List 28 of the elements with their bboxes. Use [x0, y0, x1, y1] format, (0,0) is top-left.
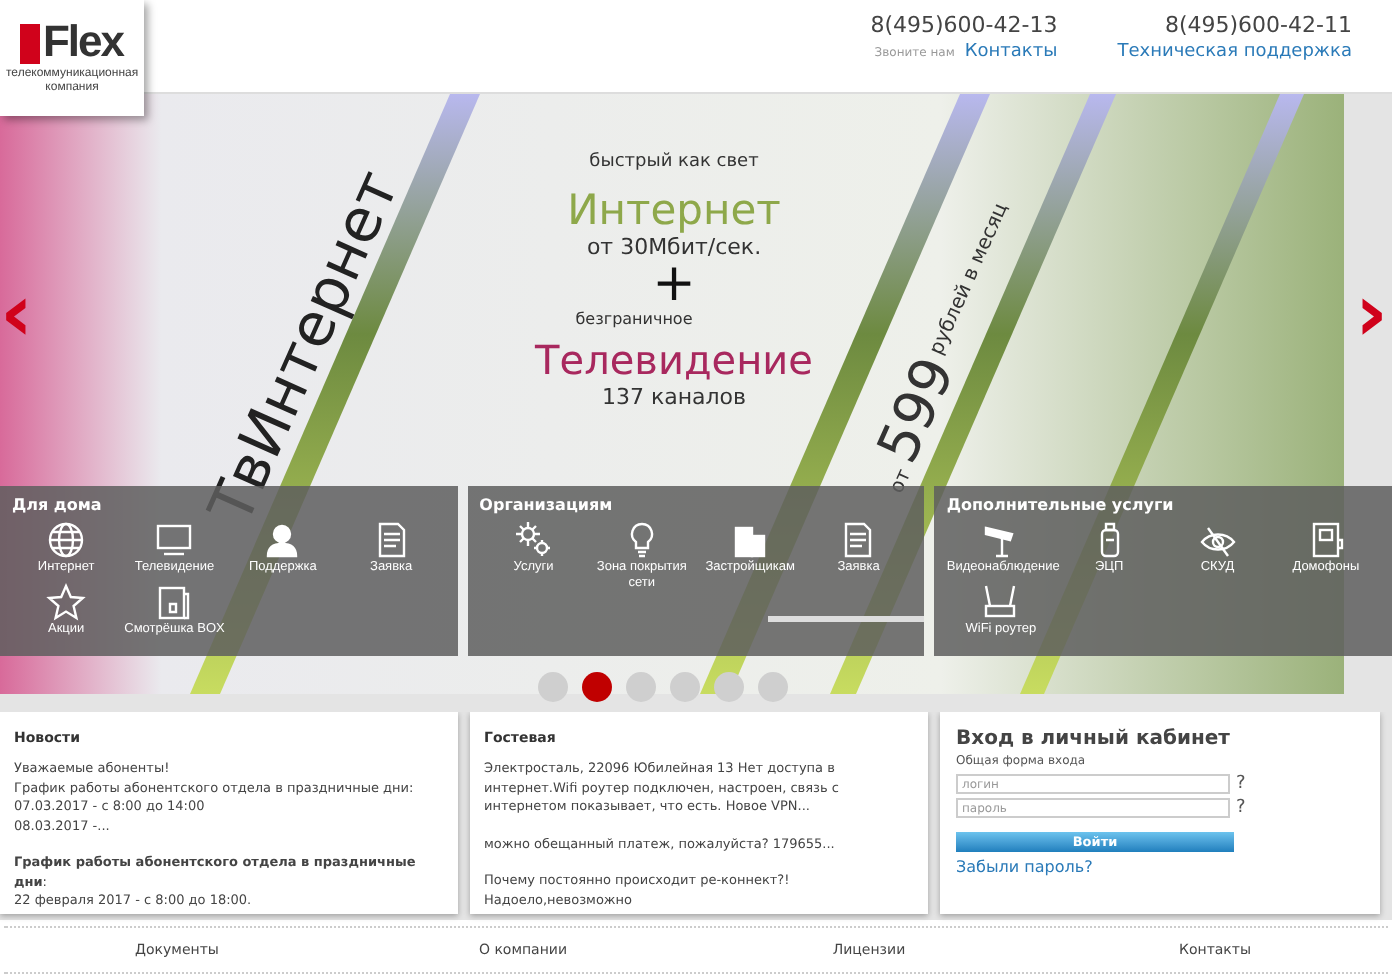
banner-subtitle: 137 каналов	[601, 384, 747, 410]
price-prefix: от	[886, 466, 919, 498]
logo-text: Flex	[42, 20, 124, 64]
help-icon[interactable]: ?	[1236, 774, 1246, 794]
phone-number: 8(495)600-42-13	[870, 12, 1058, 40]
monitor-icon	[154, 520, 195, 560]
globe-icon	[46, 520, 87, 560]
logo-mark-icon	[20, 24, 41, 64]
header-link[interactable]: Техническая поддержка	[1117, 40, 1352, 64]
header-link[interactable]: Контакты	[964, 40, 1058, 64]
panel-title: Дополнительные услуги	[946, 494, 1176, 516]
next-slide-button[interactable]: ›	[1355, 284, 1388, 344]
banner-tagline: безграничное	[575, 308, 693, 332]
panel-title: Организациям	[479, 494, 615, 516]
banner-subtitle: от 30Мбит/сек.	[586, 234, 762, 260]
box-icon	[154, 582, 195, 622]
login-title: Вход в личный кабинет	[956, 728, 1232, 752]
person-icon	[262, 520, 303, 560]
banner-tagline: быстрый как свет	[589, 150, 759, 174]
star-icon	[46, 582, 87, 622]
phone-number: 8(495)600-42-11	[1164, 12, 1352, 40]
banner-headline: Интернет	[567, 186, 781, 234]
help-icon[interactable]: ?	[1236, 798, 1246, 818]
gear-icon	[513, 520, 554, 560]
forgot-password-link[interactable]: Забыли пароль?	[956, 858, 1364, 878]
router-icon	[980, 582, 1021, 622]
banner-headline: Телевидение	[535, 336, 813, 384]
plus-sign: +	[652, 260, 696, 308]
